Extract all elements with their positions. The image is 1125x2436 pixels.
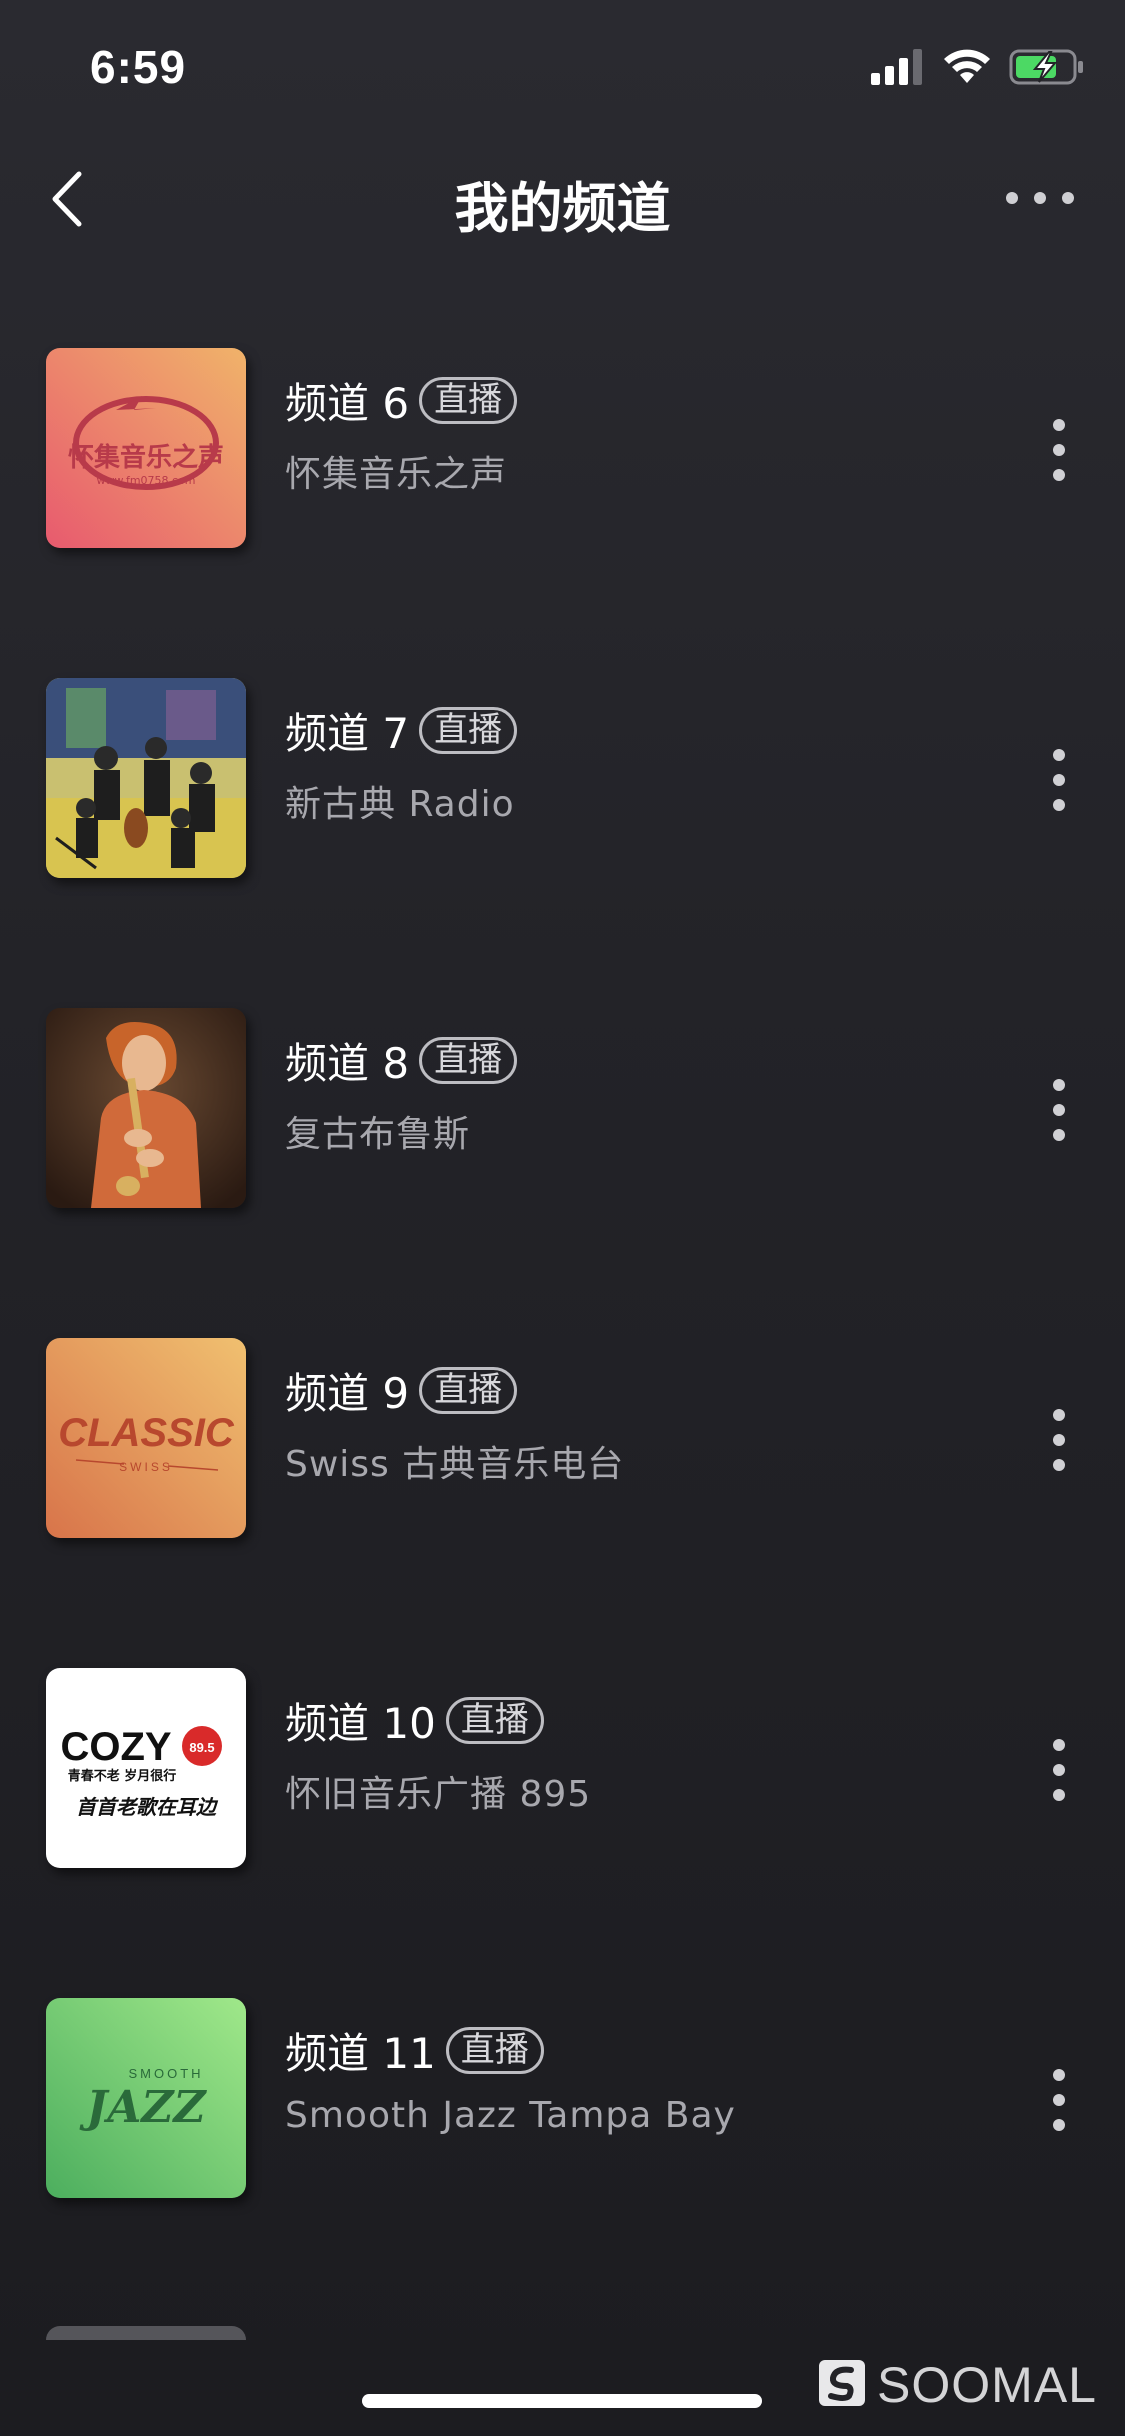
wifi-icon [943, 49, 991, 89]
cover-huaiji-radio: 怀集音乐之声 www.fm0758.com [46, 348, 246, 548]
cover-logo-text: JAZZ [79, 2082, 207, 2133]
partial-channel-cover [46, 2326, 246, 2340]
live-badge: 直播 [445, 1697, 544, 1744]
channel-item[interactable]: CLASSIC SWISS 频道 9 直播 Swiss 古典音乐电台 [0, 1330, 1125, 1660]
channel-subtitle: 新古典 Radio [285, 784, 515, 825]
watermark-text: SOOMAL [877, 2357, 1097, 2413]
live-badge: 直播 [419, 1367, 518, 1414]
more-vertical-icon [1053, 1079, 1065, 1091]
channel-item[interactable]: COZY 89.5 青春不老 岁月很行 首首老歌在耳边 频道 10 直播 怀旧音… [0, 1660, 1125, 1990]
channel-subtitle: Smooth Jazz Tampa Bay [285, 2095, 736, 2136]
more-vertical-icon [1053, 2069, 1065, 2081]
battery-charging-icon [1009, 48, 1085, 90]
cover-cozy-895: COZY 89.5 青春不老 岁月很行 首首老歌在耳边 [46, 1668, 246, 1868]
channel-item[interactable]: SMOOTH JAZZ 频道 11 直播 Smooth Jazz Tampa B… [0, 1990, 1125, 2320]
cover-logo-url: www.fm0758.com [96, 474, 195, 487]
status-time: 6:59 [90, 41, 187, 93]
cover-logo-sub: SWISS [119, 1460, 173, 1474]
cover-classic-swiss: CLASSIC SWISS [46, 1338, 246, 1538]
more-vertical-icon [1053, 1409, 1065, 1421]
channel-subtitle: 怀集音乐之声 [285, 454, 508, 495]
channel-subtitle: Swiss 古典音乐电台 [285, 1444, 625, 1485]
channel-more-button[interactable] [1039, 400, 1079, 500]
cover-logo-slogan: 首首老歌在耳边 [76, 1795, 219, 1819]
live-badge: 直播 [419, 377, 518, 424]
channel-title: 频道 10 [285, 1699, 436, 1748]
channel-more-button[interactable] [1039, 2050, 1079, 2150]
channel-item[interactable]: 怀集音乐之声 www.fm0758.com 频道 6 直播 怀集音乐之声 [0, 340, 1125, 670]
more-horizontal-icon [1004, 190, 1076, 210]
live-badge: 直播 [445, 2027, 544, 2074]
more-vertical-icon [1053, 749, 1065, 761]
channel-title: 频道 7 [285, 709, 410, 758]
cover-logo-tag: 青春不老 岁月很行 [68, 1768, 177, 1784]
more-options-button[interactable] [995, 170, 1085, 230]
cover-logo-text: CLASSIC [58, 1411, 235, 1455]
page-title: 我的频道 [454, 177, 671, 240]
cover-logo-freq: 89.5 [189, 1740, 214, 1755]
status-bar: 6:59 [0, 0, 1125, 140]
nav-bar: 我的频道 [0, 140, 1125, 260]
cover-smooth-jazz: SMOOTH JAZZ [46, 1998, 246, 2198]
channel-title: 频道 9 [285, 1369, 410, 1418]
cover-logo-text: 怀集音乐之声 [68, 442, 224, 473]
status-icons [869, 48, 1085, 90]
more-vertical-icon [1053, 1739, 1065, 1751]
soomal-logo-icon [817, 2358, 867, 2412]
watermark: SOOMAL [817, 2356, 1097, 2414]
channel-more-button[interactable] [1039, 1390, 1079, 1490]
channel-list: 怀集音乐之声 www.fm0758.com 频道 6 直播 怀集音乐之声 频道 … [0, 340, 1125, 2320]
live-badge: 直播 [419, 1037, 518, 1084]
channel-item[interactable]: 频道 8 直播 复古布鲁斯 [0, 1000, 1125, 1330]
channel-title: 频道 6 [285, 379, 410, 428]
signal-icon [869, 49, 925, 89]
home-indicator[interactable] [362, 2394, 762, 2408]
channel-more-button[interactable] [1039, 1720, 1079, 1820]
channel-title: 频道 8 [285, 1039, 410, 1088]
more-vertical-icon [1053, 419, 1065, 431]
live-badge: 直播 [419, 707, 518, 754]
cover-logo-sub: SMOOTH [128, 2066, 203, 2081]
channel-subtitle: 怀旧音乐广播 895 [285, 1774, 592, 1815]
channel-subtitle: 复古布鲁斯 [285, 1114, 471, 1155]
channel-more-button[interactable] [1039, 730, 1079, 830]
cover-logo-text: COZY [60, 1725, 171, 1769]
channel-more-button[interactable] [1039, 1060, 1079, 1160]
cover-orchestra-painting [46, 678, 246, 878]
cover-saxophone-player [46, 1008, 246, 1208]
channel-item[interactable]: 频道 7 直播 新古典 Radio [0, 670, 1125, 1000]
channel-title: 频道 11 [285, 2029, 436, 2078]
